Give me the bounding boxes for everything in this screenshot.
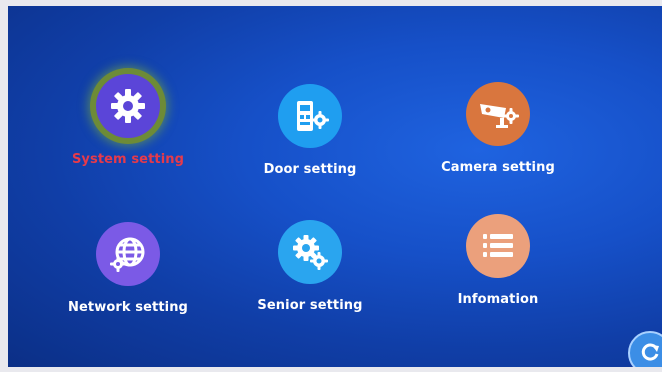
gears-icon <box>278 220 342 284</box>
menu-item-network-setting[interactable]: Network setting <box>38 222 218 315</box>
door-station-icon <box>278 84 342 148</box>
menu-item-system-setting[interactable]: System setting <box>38 74 218 167</box>
camera-setting-label: Camera setting <box>441 160 555 175</box>
settings-menu: System setting Door setting Camera setti… <box>8 6 662 367</box>
system-setting-label: System setting <box>71 152 185 167</box>
list-icon <box>466 214 530 278</box>
security-camera-icon <box>466 82 530 146</box>
refresh-icon <box>641 343 659 361</box>
senior-setting-label: Senior setting <box>257 298 363 313</box>
gear-icon <box>96 74 160 138</box>
menu-item-camera-setting[interactable]: Camera setting <box>408 82 588 175</box>
door-setting-label: Door setting <box>263 162 357 177</box>
device-screen: System setting Door setting Camera setti… <box>8 6 662 367</box>
menu-item-door-setting[interactable]: Door setting <box>220 84 400 177</box>
globe-icon <box>96 222 160 286</box>
menu-item-senior-setting[interactable]: Senior setting <box>220 220 400 313</box>
menu-item-infomation[interactable]: Infomation <box>408 214 588 307</box>
infomation-label: Infomation <box>457 292 539 307</box>
network-setting-label: Network setting <box>68 300 188 315</box>
